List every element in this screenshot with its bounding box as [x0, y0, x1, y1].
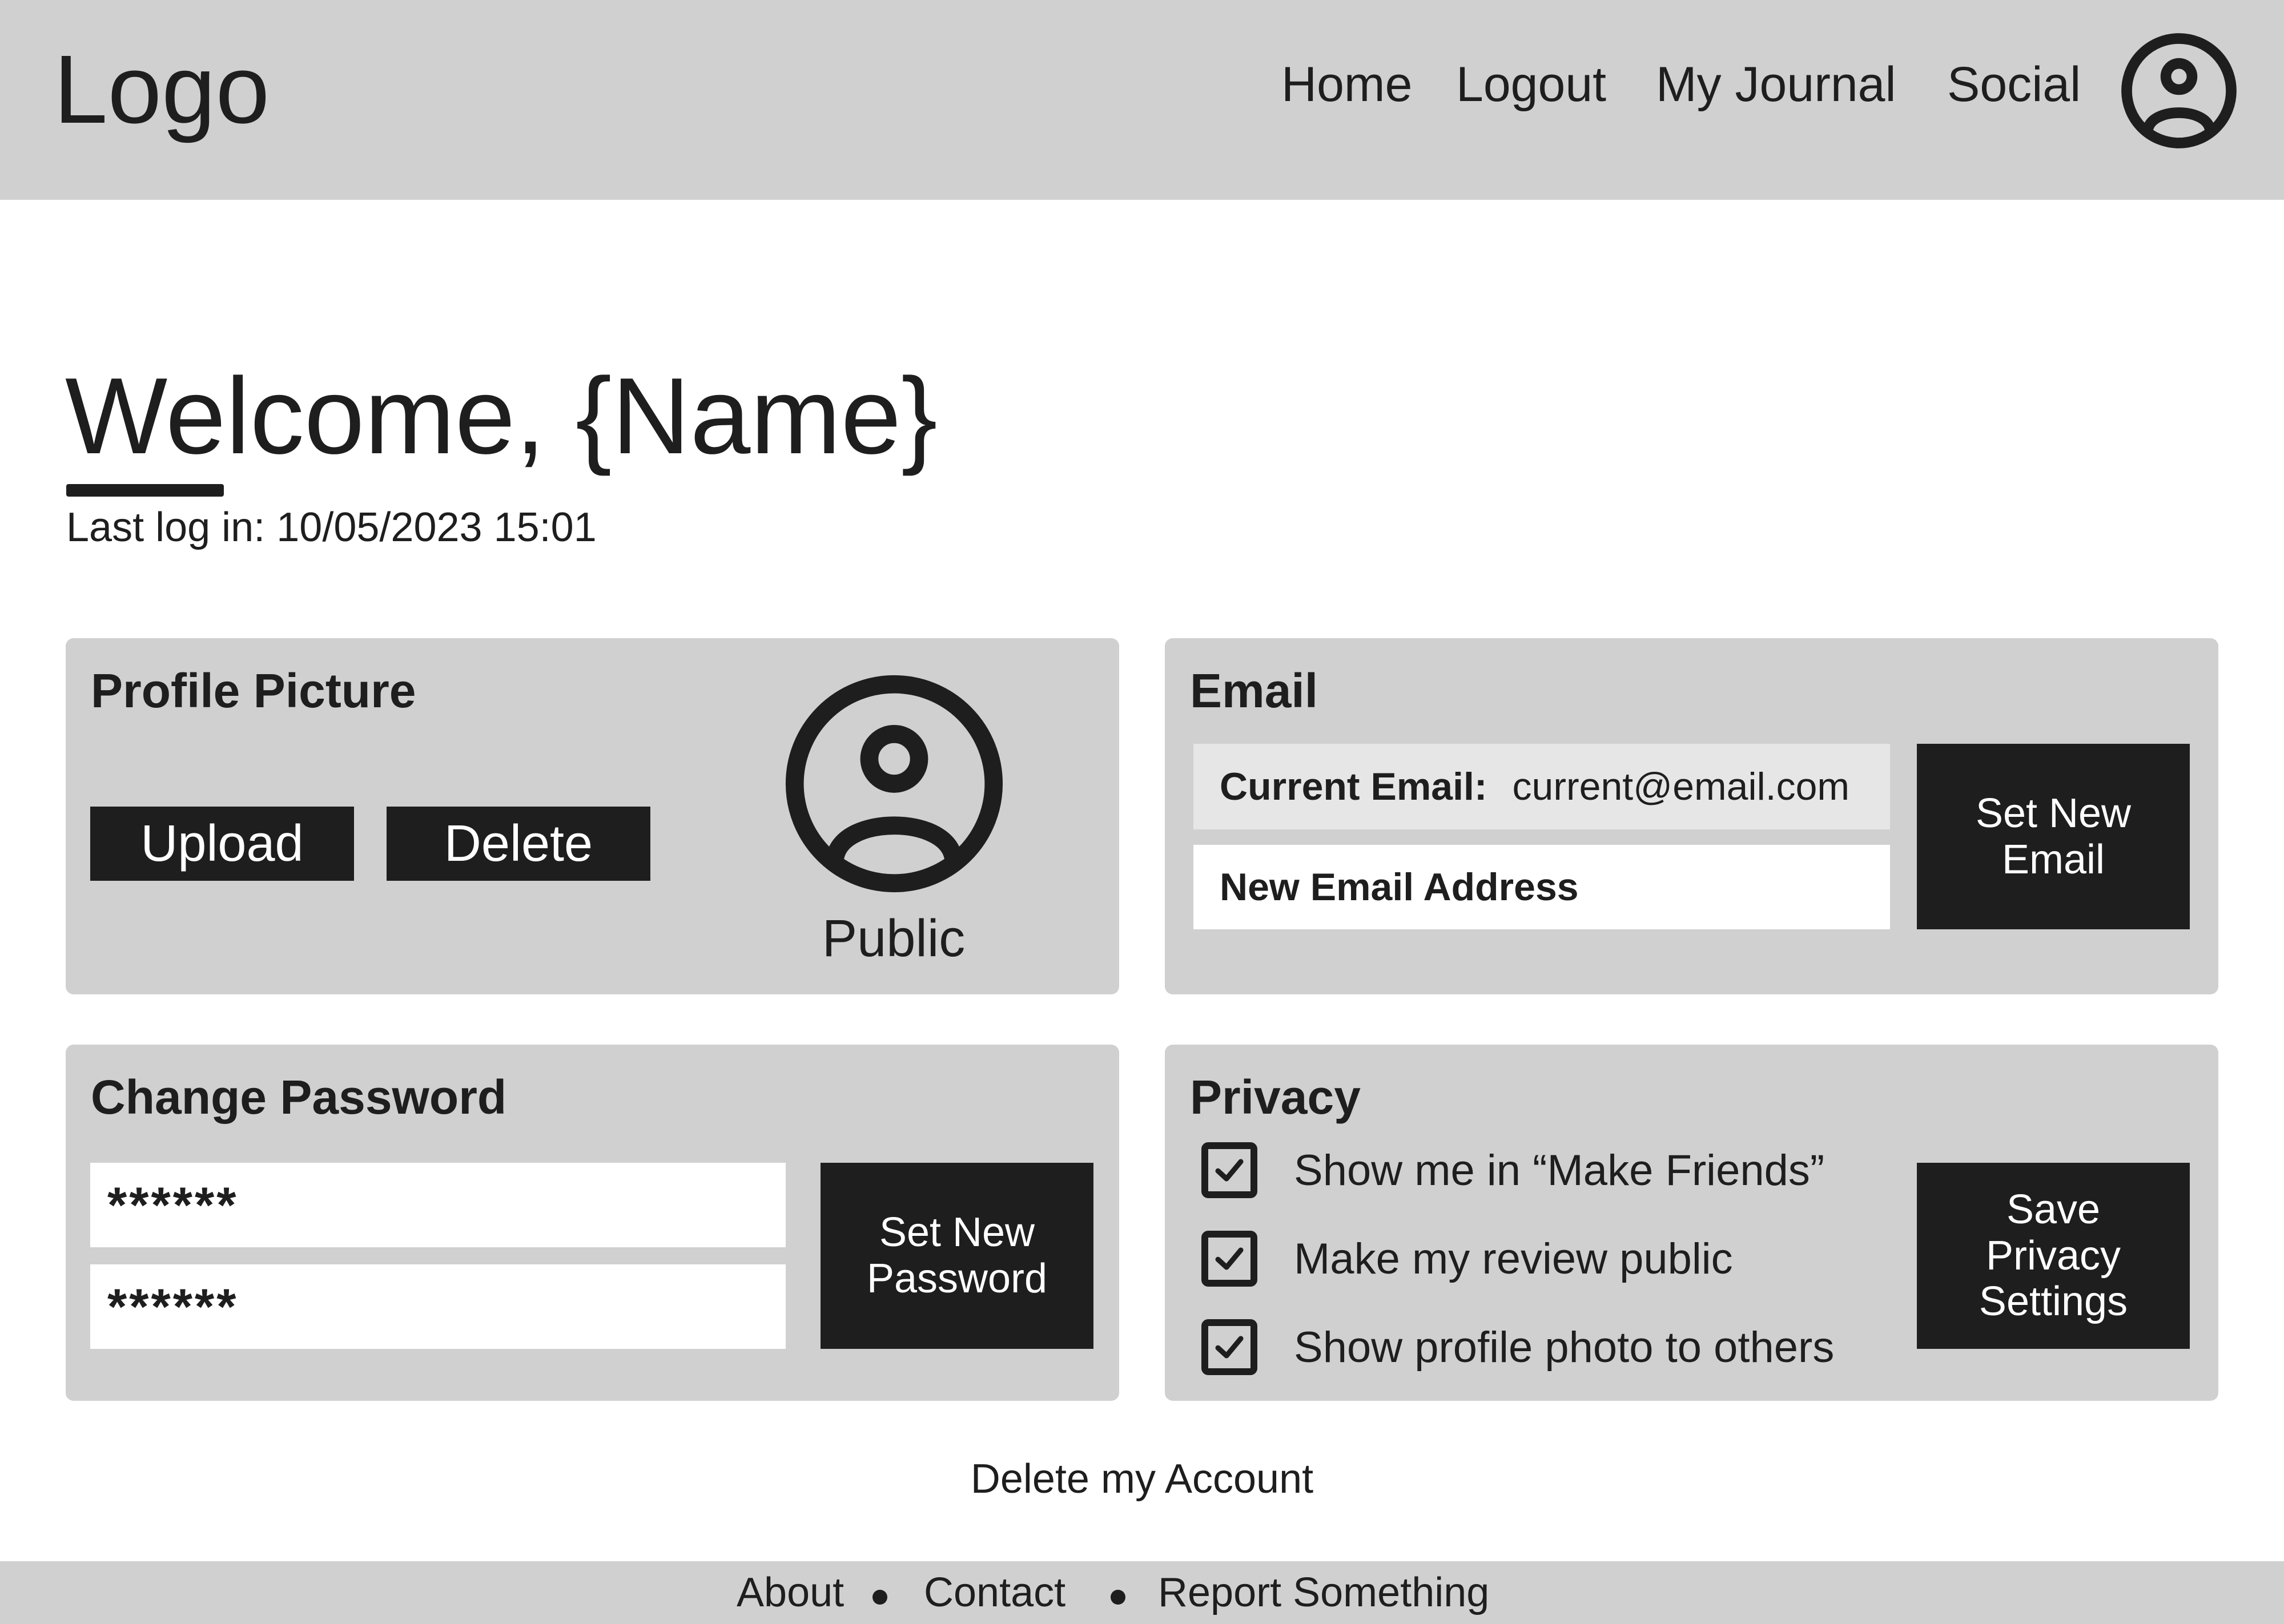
- user-circle-icon[interactable]: [2120, 31, 2238, 150]
- privacy-option-review-public[interactable]: Make my review public: [1201, 1230, 1733, 1287]
- nav-logout-link[interactable]: Logout: [1456, 60, 1606, 109]
- profile-picture-card: Profile Picture Upload Delete Public: [66, 638, 1119, 994]
- checkmark-icon: [1215, 1159, 1244, 1182]
- save-privacy-settings-button[interactable]: Save Privacy Settings: [1917, 1163, 2190, 1349]
- nav-home-link[interactable]: Home: [1281, 60, 1412, 109]
- current-email-value: current@email.com: [1512, 765, 1850, 808]
- review-public-checkbox[interactable]: [1201, 1231, 1257, 1287]
- footer-report-link[interactable]: Report Something: [1158, 1569, 1489, 1616]
- footer: About Contact Report Something: [0, 1561, 2284, 1624]
- change-password-title: Change Password: [91, 1070, 507, 1124]
- privacy-title: Privacy: [1190, 1070, 1361, 1124]
- change-password-card: Change Password Set New Password: [66, 1045, 1119, 1401]
- profile-visibility-label: Public: [822, 909, 966, 968]
- upload-button[interactable]: Upload: [90, 807, 354, 881]
- email-title: Email: [1190, 664, 1318, 718]
- footer-about-link[interactable]: About: [737, 1569, 844, 1616]
- privacy-option-profile-photo[interactable]: Show profile photo to others: [1201, 1319, 1834, 1376]
- profile-picture-title: Profile Picture: [91, 664, 416, 718]
- privacy-option-label: Show me in “Make Friends”: [1294, 1146, 1825, 1195]
- privacy-option-label: Show profile photo to others: [1294, 1323, 1835, 1372]
- nav-social-link[interactable]: Social: [1947, 60, 2081, 109]
- footer-contact-link[interactable]: Contact: [924, 1569, 1065, 1616]
- make-friends-checkbox[interactable]: [1201, 1142, 1257, 1198]
- checkmark-icon: [1215, 1336, 1244, 1359]
- logo[interactable]: Logo: [54, 41, 270, 138]
- new-password-input[interactable]: [90, 1163, 786, 1247]
- nav-my-journal-link[interactable]: My Journal: [1656, 60, 1896, 109]
- footer-separator-dot: [1111, 1590, 1125, 1605]
- set-new-email-button[interactable]: Set New Email: [1917, 744, 2190, 929]
- profile-photo-checkbox[interactable]: [1201, 1319, 1257, 1375]
- current-email-field: Current Email: current@email.com: [1193, 744, 1890, 829]
- set-new-password-button[interactable]: Set New Password: [821, 1163, 1093, 1349]
- email-card: Email Current Email: current@email.com S…: [1165, 638, 2218, 994]
- confirm-password-input[interactable]: [90, 1264, 786, 1349]
- top-navigation-bar: Logo Home Logout My Journal Social: [0, 0, 2284, 200]
- current-email-label: Current Email:: [1220, 765, 1487, 808]
- profile-avatar-icon: [781, 671, 1007, 897]
- last-login-text: Last log in: 10/05/2023 15:01: [66, 505, 597, 550]
- title-underline: [66, 484, 224, 497]
- delete-photo-button[interactable]: Delete: [387, 807, 650, 881]
- page-title: Welcome, {Name}: [65, 356, 938, 477]
- privacy-option-label: Make my review public: [1294, 1234, 1733, 1283]
- footer-separator-dot: [872, 1590, 887, 1605]
- privacy-option-make-friends[interactable]: Show me in “Make Friends”: [1201, 1142, 1824, 1199]
- delete-account-link[interactable]: Delete my Account: [0, 1456, 2284, 1502]
- privacy-card: Privacy Show me in “Make Friends” Make m…: [1165, 1045, 2218, 1401]
- checkmark-icon: [1215, 1247, 1244, 1270]
- new-email-input[interactable]: [1193, 845, 1890, 929]
